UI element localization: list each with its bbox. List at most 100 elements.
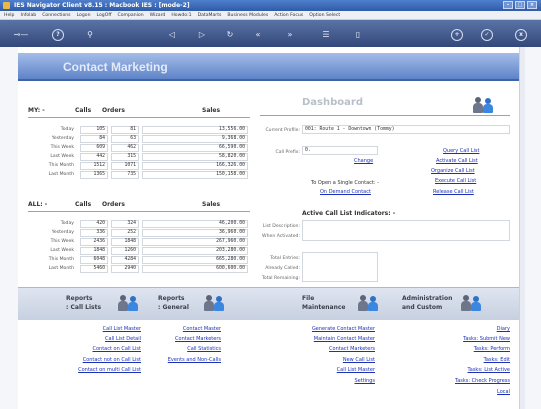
my-calls-header: Calls: [75, 107, 92, 114]
search-icon[interactable]: ⚲: [84, 29, 96, 41]
ok-icon[interactable]: ✓: [481, 29, 493, 41]
call-list-detail-link[interactable]: Call List Detail: [105, 336, 141, 342]
row-label: This Month: [48, 163, 74, 168]
my-row-today: Today 105 81 13,556.00: [30, 125, 248, 134]
contact-not-on-call-list-link[interactable]: Contact not on Call List: [83, 357, 141, 363]
close-window-button[interactable]: ×: [527, 1, 537, 9]
call-list-master-maintenance-link[interactable]: Call List Master: [337, 367, 375, 373]
menu-howdo[interactable]: Howdo:1: [171, 11, 191, 19]
toolbar: ⊸— ? ⚲ ◁ ▷ ↻ « » ☰ ▯ + ✓ x: [0, 20, 541, 47]
all-row-last-month: Last Month 5460 2940 600,600.00: [30, 264, 248, 273]
vertical-scrollbar[interactable]: [519, 47, 525, 409]
events-and-non-calls-link[interactable]: Events and Non-Calls: [168, 357, 221, 363]
back-icon[interactable]: ◁: [166, 29, 178, 41]
row-label: Today: [60, 127, 74, 132]
close-icon[interactable]: x: [515, 29, 527, 41]
calls-value: 84: [80, 135, 108, 143]
organize-call-list-link[interactable]: Organize Call List: [431, 168, 475, 174]
history-back-icon[interactable]: «: [252, 29, 264, 41]
release-call-list-link[interactable]: Release Call List: [433, 189, 474, 195]
refresh-icon[interactable]: ↻: [224, 29, 236, 41]
contact-on-multi-call-list-link[interactable]: Contact on multi Call List: [78, 367, 141, 373]
orders-value: 735: [111, 171, 139, 179]
orders-value: 324: [111, 220, 139, 228]
all-orders-header: Orders: [102, 201, 125, 208]
calls-value: 105: [80, 126, 108, 134]
row-label: Last Month: [48, 172, 74, 177]
add-icon[interactable]: +: [451, 29, 463, 41]
sales-value: 9,368.00: [142, 135, 248, 143]
tasks-perform-link[interactable]: Tasks: Perform: [474, 346, 510, 352]
current-profile-field[interactable]: 001: Route 1 - Downtown (Tommy): [302, 125, 510, 134]
change-link[interactable]: Change: [354, 158, 373, 164]
menu-datamarts[interactable]: DataMarts: [198, 11, 222, 19]
list-description-label: List Description:: [262, 224, 300, 229]
menu-help[interactable]: Help: [4, 11, 14, 19]
maintain-contact-master-link[interactable]: Maintain Contact Master: [314, 336, 375, 342]
divider: [28, 211, 250, 212]
row-label: Today: [60, 221, 74, 226]
menu-infolab[interactable]: Infolab: [20, 11, 36, 19]
call-statistics-link[interactable]: Call Statistics: [187, 346, 221, 352]
on-demand-contact-link[interactable]: On Demand Contact: [320, 189, 371, 195]
users-icon: [473, 97, 495, 113]
tasks-check-progress-link[interactable]: Tasks: Check Progress: [455, 378, 510, 384]
tasks-submit-new-link[interactable]: Tasks: Submit New: [463, 336, 510, 342]
contact-marketers-link[interactable]: Contact Marketers: [329, 346, 375, 352]
generate-contact-master-link[interactable]: Generate Contact Master: [312, 326, 375, 332]
calls-value: 442: [80, 153, 108, 161]
diary-link[interactable]: Diary: [497, 326, 510, 332]
contact-on-call-list-link[interactable]: Contact on Call List: [92, 346, 141, 352]
my-section-title: MY: -: [28, 107, 45, 114]
call-prefix-field[interactable]: 0.: [302, 146, 378, 155]
reports-call-lists-line2: : Call Lists: [66, 304, 102, 311]
help-icon[interactable]: ?: [52, 29, 64, 41]
window-icon[interactable]: ▯: [352, 29, 364, 41]
calls-value: 1365: [80, 171, 108, 179]
my-row-this-month: This Month 1512 1071 166,326.00: [30, 161, 248, 170]
page-banner: Contact Marketing: [18, 53, 525, 81]
menu-logoff[interactable]: LogOff: [97, 11, 112, 19]
calls-value: 1848: [80, 247, 108, 255]
menu-action-focus[interactable]: Action Focus: [274, 11, 303, 19]
total-entries-label: Total Entries:: [270, 256, 300, 261]
title-bar: IES Navigator Client v8.15 : Macbook IES…: [0, 0, 541, 11]
admin-custom-line2: and Custom: [402, 304, 443, 311]
tasks-list-active-link[interactable]: Tasks: List Active: [468, 367, 510, 373]
tasks-edit-link[interactable]: Tasks: Edit: [484, 357, 510, 363]
menu-business-modules[interactable]: Business Modules: [227, 11, 268, 19]
local-link[interactable]: Local: [497, 389, 510, 395]
query-call-list-link[interactable]: Query Call List: [443, 148, 479, 154]
history-forward-icon[interactable]: »: [284, 29, 296, 41]
contact-marketers-report-link[interactable]: Contact Marketers: [175, 336, 221, 342]
all-row-last-week: Last Week 1848 1260 203,280.00: [30, 246, 248, 255]
menu-logon[interactable]: Logon: [77, 11, 91, 19]
menu-connections[interactable]: Connections: [42, 11, 70, 19]
call-prefix-label: Call Prefix:: [275, 150, 301, 155]
key-icon[interactable]: ⊸—: [10, 29, 32, 41]
app-icon: [3, 2, 10, 9]
activate-call-list-link[interactable]: Activate Call List: [436, 158, 478, 164]
call-list-master-link[interactable]: Call List Master: [103, 326, 141, 332]
menu-companion[interactable]: Companion: [118, 11, 144, 19]
forward-icon[interactable]: ▷: [196, 29, 208, 41]
calls-value: 420: [80, 220, 108, 228]
menu-wizard[interactable]: Wizard: [150, 11, 166, 19]
row-label: Last Month: [48, 266, 74, 271]
settings-link[interactable]: Settings: [354, 378, 375, 384]
contact-master-report-link[interactable]: Contact Master: [183, 326, 221, 332]
reports-call-lists-line1: Reports: [66, 295, 93, 302]
menu-icon[interactable]: ☰: [320, 29, 332, 41]
orders-value: 1260: [111, 247, 139, 255]
maximize-button[interactable]: □: [515, 1, 525, 9]
window-title: IES Navigator Client v8.15 : Macbook IES…: [14, 2, 190, 9]
new-call-list-link[interactable]: New Call List: [343, 357, 375, 363]
sales-value: 665,280.00: [142, 256, 248, 264]
my-row-last-week: Last Week 442 315 58,820.00: [30, 152, 248, 161]
menu-option-select[interactable]: Option Select: [309, 11, 340, 19]
execute-call-list-link[interactable]: Execute Call List: [435, 178, 476, 184]
minimize-button[interactable]: –: [503, 1, 513, 9]
row-label: Last Week: [50, 154, 74, 159]
sales-value: 267,960.00: [142, 238, 248, 246]
calls-value: 2436: [80, 238, 108, 246]
